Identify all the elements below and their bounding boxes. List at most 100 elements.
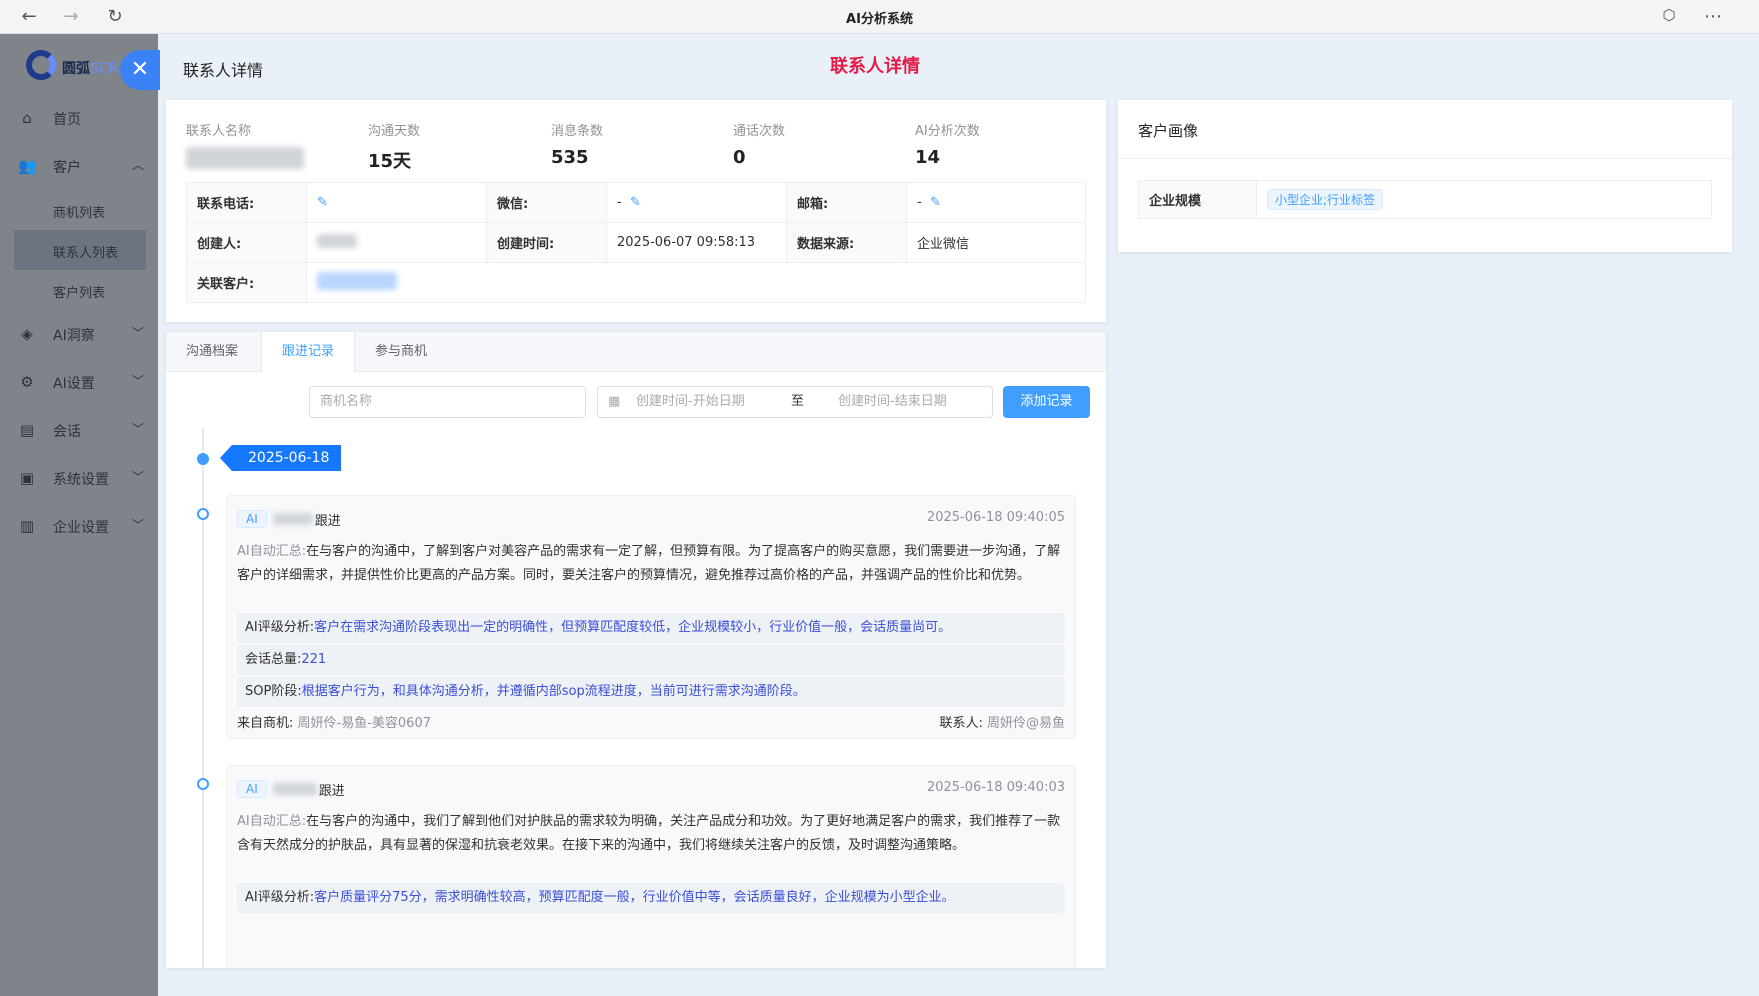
date-range-picker[interactable]: ▦ 创建时间-开始日期 至 创建时间-结束日期 [597,386,993,418]
sidebar-item-enterprise-settings[interactable]: ▥ 企业设置 ﹀ [0,502,158,550]
source-label: 数据来源: [786,222,907,263]
sidebar-item-label: 首页 [53,112,81,128]
chevron-down-icon: ﹀ [131,470,144,484]
stat-label: 沟通天数 [368,124,421,139]
chevron-down-icon: ﹀ [131,374,144,388]
follow-up-panel: 沟通档案 跟进记录 参与商机 商机名称 ▦ 创建时间-开始日期 至 创建时间-结… [166,332,1106,968]
chevron-down-icon: ﹀ [131,518,144,532]
chat-icon: ▤ [19,421,35,439]
contact-details-table: 联系电话: ✎ 微信: - ✎ 邮箱: - ✎ 创建人: 创建时间: 2025-… [186,182,1086,303]
sidebar-item-home[interactable]: ⌂ 首页 [0,94,158,142]
rating-text: 客户质量评分75分，需求明确性较高，预算匹配度一般，行业价值中等，会话质量良好，… [314,890,955,905]
email-value: - [917,195,922,210]
scale-label: 企业规模 [1138,180,1257,219]
sidebar-item-label: AI洞察 [53,328,95,344]
monitor-icon: ▣ [19,469,35,487]
stat-label: AI分析次数 [915,124,980,139]
logo-text: 圆弧 [62,61,90,77]
tab-bar: 沟通档案 跟进记录 参与商机 [166,332,1106,373]
sop-text: 根据客户行为，和具体沟通分析，并遵循内部sop流程进度，当前可进行需求沟通阶段。 [301,684,806,699]
start-date-input[interactable]: 创建时间-开始日期 [636,387,745,417]
source-opportunity: 来自商机: 周妍伶-易鱼-美容0607 [237,712,431,731]
redacted-customer-link[interactable] [317,271,397,290]
more-icon[interactable]: ⋯ [1702,6,1724,27]
stat-messages: 消息条数 535 [551,120,603,168]
divider [1118,158,1732,159]
redacted-creator [317,233,357,248]
stat-ai-analyses: AI分析次数 14 [915,120,980,168]
redacted-user [272,513,313,525]
summary-label: AI自动汇总: [237,544,307,559]
close-icon: ✕ [130,57,150,82]
close-drawer-button[interactable]: ✕ [120,50,160,90]
building-icon: ▥ [19,517,35,535]
sidebar: 圆弧SCR ⌂ 首页 👥 客户 ︿ 商机列表 联系人列表 客户列表 ◈ AI洞察 ﹀ ⚙ A… [0,34,158,996]
timeline-record-dot [197,508,209,520]
end-date-input[interactable]: 创建时间-结束日期 [838,387,947,417]
tab-follow-up-records[interactable]: 跟进记录 [261,332,356,373]
sidebar-item-label: 企业设置 [53,520,109,536]
calendar-icon: ▦ [608,394,621,409]
settings-icon: ⚙ [20,373,34,391]
scale-tag: 小型企业;行业标签 [1267,189,1384,210]
ai-rating-bar: AI评级分析:客户在需求沟通阶段表现出一定的明确性，但预算匹配度较低，企业规模较… [237,613,1065,643]
sidebar-item-customer[interactable]: 👥 客户 ︿ [0,142,158,190]
timeline-date-tag: 2025-06-18 [219,445,342,471]
ai-tag: AI [237,510,267,528]
chevron-up-icon: ︿ [131,158,144,172]
page-heading: 联系人详情 [830,56,920,77]
record-contact: 联系人: 周妍伶@易鱼 [939,712,1065,731]
settings-hex-icon[interactable]: ⬡ [1658,6,1680,24]
record-type: 跟进 [314,513,341,529]
tab-opportunities[interactable]: 参与商机 [355,332,447,372]
sidebar-item-ai-settings[interactable]: ⚙ AI设置 ﹀ [0,358,158,406]
session-total-bar: 会话总量:221 [237,645,1065,675]
redacted-name [186,147,304,169]
sidebar-subitem-contacts[interactable]: 联系人列表 [14,230,146,270]
follow-up-record: AI 跟进 2025-06-18 09:40:05 AI自动汇总:在与客户的沟通中… [226,495,1076,739]
sidebar-item-label: AI设置 [53,376,95,392]
rating-text: 客户在需求沟通阶段表现出一定的明确性，但预算匹配度较低，企业规模较小，行业价值一… [314,620,952,635]
logo-ring-icon [26,50,56,80]
sidebar-subitem-customers[interactable]: 客户列表 [0,270,158,310]
source-value: 企业微信 [906,222,1086,263]
created-time-value: 2025-06-07 09:58:13 [606,222,787,263]
logo-suffix: SCR [90,61,119,77]
drawer-title: 联系人详情 [183,61,264,80]
record-time: 2025-06-18 09:40:05 [926,510,1065,525]
record-summary: AI自动汇总:在与客户的沟通中，我们了解到他们对护肤品的需求较为明确，关注产品成… [237,810,1065,858]
edit-phone-icon[interactable]: ✎ [317,195,328,210]
rating-label: AI评级分析: [245,620,315,635]
chevron-down-icon: ﹀ [131,326,144,340]
sidebar-subitem-label: 商机列表 [53,206,106,221]
sidebar-item-system-settings[interactable]: ▣ 系统设置 ﹀ [0,454,158,502]
opportunity-name-input[interactable]: 商机名称 [309,386,586,418]
summary-text: 在与客户的沟通中，了解到客户对美容产品的需求有一定了解，但预算有限。为了提高客户… [237,544,1061,583]
email-label: 邮箱: [786,182,907,223]
total-value: 221 [301,652,327,667]
window-title: AI分析系统 [846,12,913,27]
from-value[interactable]: 周妍伶-易鱼-美容0607 [298,716,431,731]
add-record-button[interactable]: 添加记录 [1003,386,1090,418]
timeline-date-dot [197,453,209,465]
edit-email-icon[interactable]: ✎ [930,195,941,210]
wechat-value: - [617,195,622,210]
tab-communication-archive[interactable]: 沟通档案 [166,332,258,372]
portrait-table: 企业规模 小型企业;行业标签 [1138,180,1712,219]
insight-icon: ◈ [21,325,33,343]
sidebar-subitem-opportunities[interactable]: 商机列表 [0,190,158,230]
contact-value: 周妍伶@易鱼 [986,716,1065,731]
ai-rating-bar: AI评级分析:客户质量评分75分，需求明确性较高，预算匹配度一般，行业价值中等，… [237,883,1065,913]
creator-label: 创建人: [186,222,307,263]
stat-value: 0 [733,147,746,168]
follow-up-record: AI 跟进 2025-06-18 09:40:03 AI自动汇总:在与客户的沟通中… [226,765,1076,968]
chevron-down-icon: ﹀ [131,422,144,436]
sidebar-item-ai-insight[interactable]: ◈ AI洞察 ﹀ [0,310,158,358]
edit-wechat-icon[interactable]: ✎ [630,195,641,210]
stat-days: 沟通天数 15天 [368,120,420,173]
sidebar-subitem-label: 客户列表 [53,286,106,301]
stat-label: 联系人名称 [186,124,252,139]
range-separator: 至 [791,394,805,409]
sidebar-item-chat[interactable]: ▤ 会话 ﹀ [0,406,158,454]
stat-calls: 通话次数 0 [733,120,785,168]
